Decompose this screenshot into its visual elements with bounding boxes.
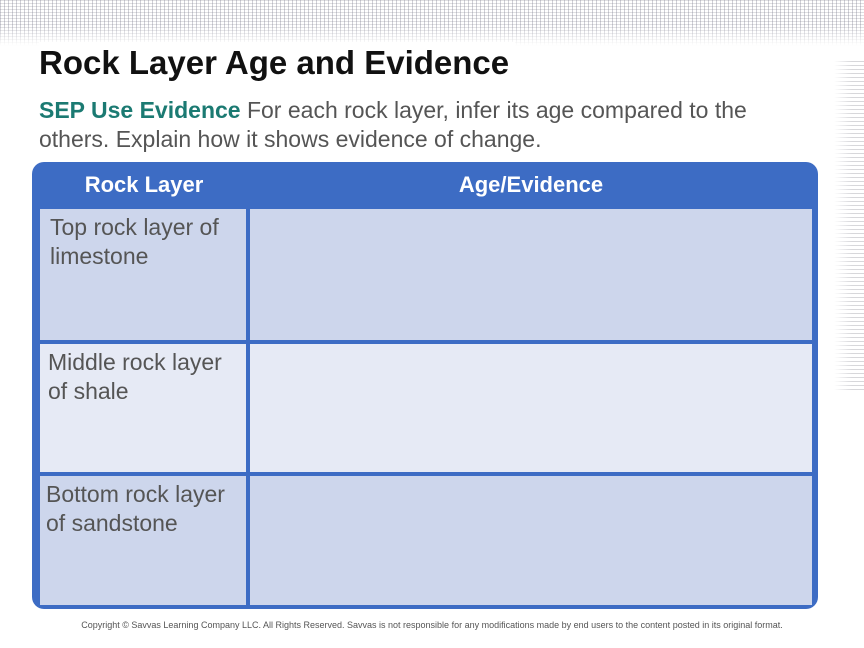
row-2-layer-label: Middle rock layer of shale	[48, 349, 222, 404]
evidence-table: Rock Layer Age/Evidence Top rock layer o…	[32, 162, 818, 609]
sep-label: SEP Use Evidence	[39, 97, 241, 123]
row-3-layer-label: Bottom rock layer of sandstone	[46, 481, 225, 536]
row-2-evidence-cell[interactable]	[250, 344, 812, 472]
decorative-noise-right	[834, 60, 864, 390]
row-3-evidence-cell[interactable]	[250, 476, 812, 605]
row-1-layer-cell: Top rock layer of limestone	[40, 209, 246, 340]
row-1-layer-label: Top rock layer of limestone	[50, 214, 219, 269]
row-1-evidence-cell[interactable]	[250, 209, 812, 340]
page-title: Rock Layer Age and Evidence	[39, 42, 516, 84]
copyright-footer: Copyright © Savvas Learning Company LLC.…	[81, 620, 783, 630]
decorative-noise-top	[0, 0, 864, 46]
row-3-layer-cell: Bottom rock layer of sandstone	[40, 476, 246, 605]
row-2-layer-cell: Middle rock layer of shale	[40, 344, 246, 472]
instructions: SEP Use Evidence For each rock layer, in…	[39, 96, 759, 154]
header-rock-layer: Rock Layer	[84, 172, 204, 197]
header-age-evidence: Age/Evidence	[458, 172, 604, 197]
